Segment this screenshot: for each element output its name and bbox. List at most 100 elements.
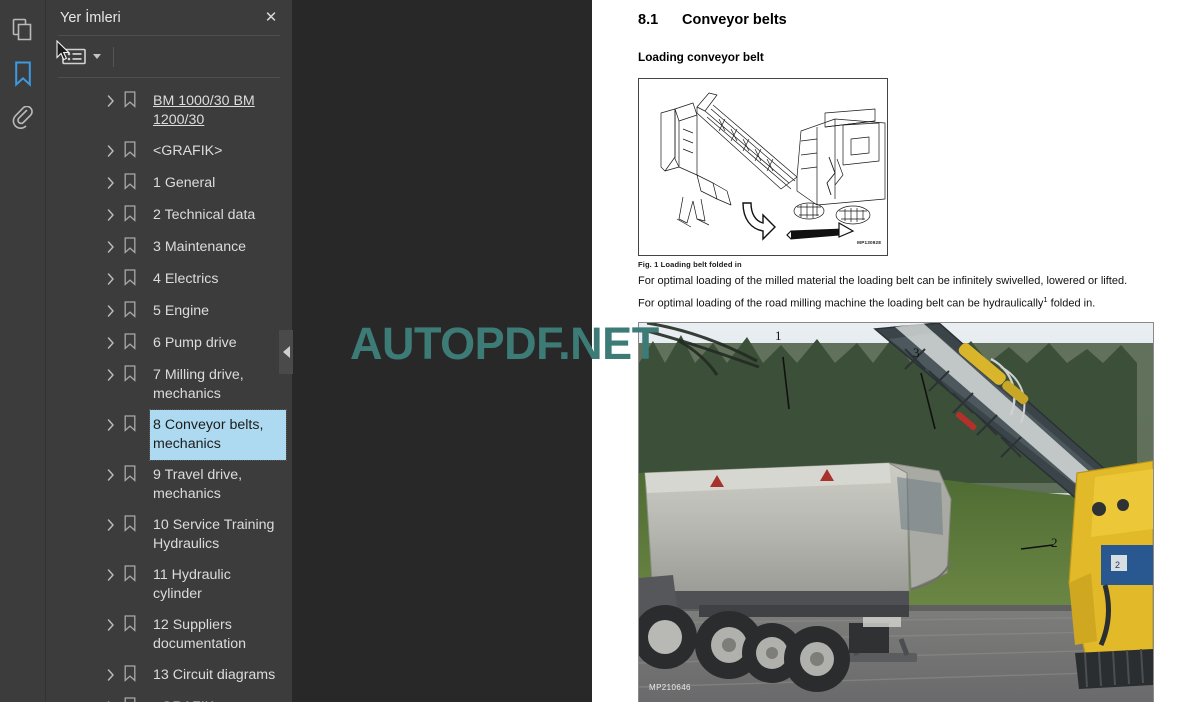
- callout-1: 1: [775, 327, 782, 343]
- section-heading: 8.1 Conveyor belts: [638, 12, 1156, 28]
- bookmark-item-label: BM 1000/30 BM 1200/30: [153, 93, 255, 128]
- bookmark-item-label: 4 Electrics: [153, 271, 219, 287]
- body-text-2-tail: folded in.: [1047, 297, 1096, 310]
- bookmark-item-label: 11 Hydraulic cylinder: [153, 567, 231, 602]
- bookmark-item[interactable]: 13 Circuit diagrams: [46, 660, 292, 692]
- bookmark-item-label: 3 Maintenance: [153, 239, 247, 255]
- chevron-right-icon[interactable]: [104, 142, 118, 160]
- bookmark-item-label: 12 Suppliers documentation: [153, 617, 247, 652]
- bookmark-leaf-icon: [124, 173, 138, 191]
- bookmark-item-label: 10 Service Training Hydraulics: [153, 517, 275, 552]
- chevron-right-icon[interactable]: [104, 566, 118, 584]
- chevron-right-icon[interactable]: [104, 334, 118, 352]
- bookmark-item-label: 6 Pump drive: [153, 335, 237, 351]
- bookmark-item-label: 8 Conveyor belts, mechanics: [149, 409, 287, 461]
- bookmark-item[interactable]: <GRAFIK>: [46, 692, 292, 702]
- attachment-icon[interactable]: [3, 96, 43, 140]
- collapse-panel-handle[interactable]: [279, 330, 293, 374]
- bookmark-item-label: 13 Circuit diagrams: [153, 667, 276, 683]
- figure-1-caption: Fig. 1 Loading belt folded in: [638, 260, 742, 269]
- bookmark-item[interactable]: 1 General: [46, 168, 292, 200]
- bookmark-leaf-icon: [124, 465, 138, 483]
- bookmark-item-label: 5 Engine: [153, 303, 210, 319]
- bookmark-item[interactable]: 9 Travel drive, mechanics: [46, 460, 292, 510]
- bookmark-leaf-icon: [124, 237, 138, 255]
- body-paragraph-2: For optimal loading of the road milling …: [638, 293, 1156, 311]
- bookmark-icon[interactable]: [3, 52, 43, 96]
- paperclip-glyph: [12, 106, 33, 129]
- callout-3: 3: [913, 344, 920, 360]
- close-icon[interactable]: ✕: [258, 5, 284, 31]
- bookmark-item-label: <GRAFIK>: [150, 692, 225, 702]
- panel-title: Yer İmleri: [60, 9, 121, 26]
- pages-glyph: [12, 18, 31, 41]
- body-paragraph-1: For optimal loading of the milled materi…: [638, 275, 1128, 287]
- bookmark-item-label: 7 Milling drive, mechanics: [153, 367, 244, 402]
- bookmark-tree: BM 1000/30 BM 1200/30 <GRAFIK> 1 General 2 …: [46, 78, 292, 702]
- chevron-right-icon[interactable]: [104, 666, 118, 684]
- bookmark-leaf-icon: [124, 269, 138, 287]
- bookmark-leaf-icon: [124, 205, 138, 223]
- bookmark-leaf-icon: [124, 365, 138, 383]
- list-options-icon: [62, 48, 86, 65]
- milling-machine-line-art: [660, 92, 886, 241]
- bookmark-leaf-icon: [124, 91, 138, 109]
- callout-2: 2: [1051, 534, 1058, 550]
- bookmark-item[interactable]: 4 Electrics: [46, 264, 292, 296]
- chevron-right-icon[interactable]: [104, 466, 118, 484]
- bookmark-item[interactable]: 10 Service Training Hydraulics: [46, 510, 292, 560]
- chevron-left-icon: [282, 346, 290, 358]
- pages-icon[interactable]: [3, 8, 43, 52]
- chevron-right-icon[interactable]: [104, 698, 118, 702]
- subheading: Loading conveyor belt: [638, 50, 764, 64]
- chevron-right-icon[interactable]: [104, 516, 118, 534]
- bookmark-item[interactable]: <GRAFIK>: [46, 136, 292, 168]
- chevron-right-icon[interactable]: [104, 238, 118, 256]
- bookmark-leaf-icon: [124, 665, 138, 683]
- bookmark-options-button[interactable]: [60, 45, 103, 68]
- bookmarks-panel-header: Yer İmleri ✕: [46, 0, 292, 35]
- chevron-right-icon[interactable]: [104, 366, 118, 384]
- bookmark-leaf-icon: [124, 565, 138, 583]
- bookmark-leaf-icon: [124, 415, 138, 433]
- truck-loading-photo: 2: [639, 322, 1153, 702]
- chevron-right-icon[interactable]: [104, 616, 118, 634]
- bookmark-item[interactable]: 6 Pump drive: [46, 328, 292, 360]
- chevron-right-icon[interactable]: [104, 270, 118, 288]
- bookmark-item[interactable]: 5 Engine: [46, 296, 292, 328]
- bookmark-leaf-icon: [124, 333, 138, 351]
- figure-2-photograph: 2 1 3 2 MP210646: [638, 321, 1154, 702]
- sidebar-icon-rail: [0, 0, 46, 702]
- bookmark-item-label: <GRAFIK>: [153, 143, 223, 159]
- body-text-2: For optimal loading of the road milling …: [638, 297, 1044, 310]
- bookmark-item-label: 2 Technical data: [153, 207, 256, 223]
- chevron-right-icon[interactable]: [104, 92, 118, 110]
- figure-1-technical-drawing: MP130928: [638, 78, 888, 256]
- bookmark-item[interactable]: BM 1000/30 BM 1200/30: [46, 86, 292, 136]
- figure-2-id: MP210646: [649, 682, 691, 692]
- figure-1-id: MP130928: [857, 240, 881, 245]
- bookmark-item[interactable]: 7 Milling drive, mechanics: [46, 360, 292, 410]
- bookmark-item[interactable]: 11 Hydraulic cylinder: [46, 560, 292, 610]
- bookmark-glyph: [14, 61, 31, 87]
- toolbar-separator: [113, 46, 114, 67]
- bookmark-item[interactable]: 8 Conveyor belts, mechanics: [46, 409, 292, 461]
- bookmark-leaf-icon: [124, 697, 138, 702]
- bookmark-leaf-icon: [124, 615, 138, 633]
- section-title: Conveyor belts: [682, 12, 787, 28]
- section-number: 8.1: [638, 12, 659, 28]
- bookmark-item[interactable]: 3 Maintenance: [46, 232, 292, 264]
- bookmark-leaf-icon: [124, 301, 138, 319]
- bookmark-item[interactable]: 2 Technical data: [46, 200, 292, 232]
- bookmark-leaf-icon: [124, 515, 138, 533]
- document-page: 8.1 Conveyor belts Loading conveyor belt: [592, 0, 1200, 702]
- chevron-right-icon[interactable]: [104, 416, 118, 434]
- svg-text:2: 2: [1115, 560, 1120, 570]
- document-canvas[interactable]: 8.1 Conveyor belts Loading conveyor belt: [292, 0, 1200, 702]
- bookmarks-toolbar: [46, 36, 292, 77]
- chevron-right-icon[interactable]: [104, 302, 118, 320]
- chevron-right-icon[interactable]: [104, 206, 118, 224]
- bookmark-item-label: 1 General: [153, 175, 216, 191]
- chevron-right-icon[interactable]: [104, 174, 118, 192]
- bookmark-item[interactable]: 12 Suppliers documentation: [46, 610, 292, 660]
